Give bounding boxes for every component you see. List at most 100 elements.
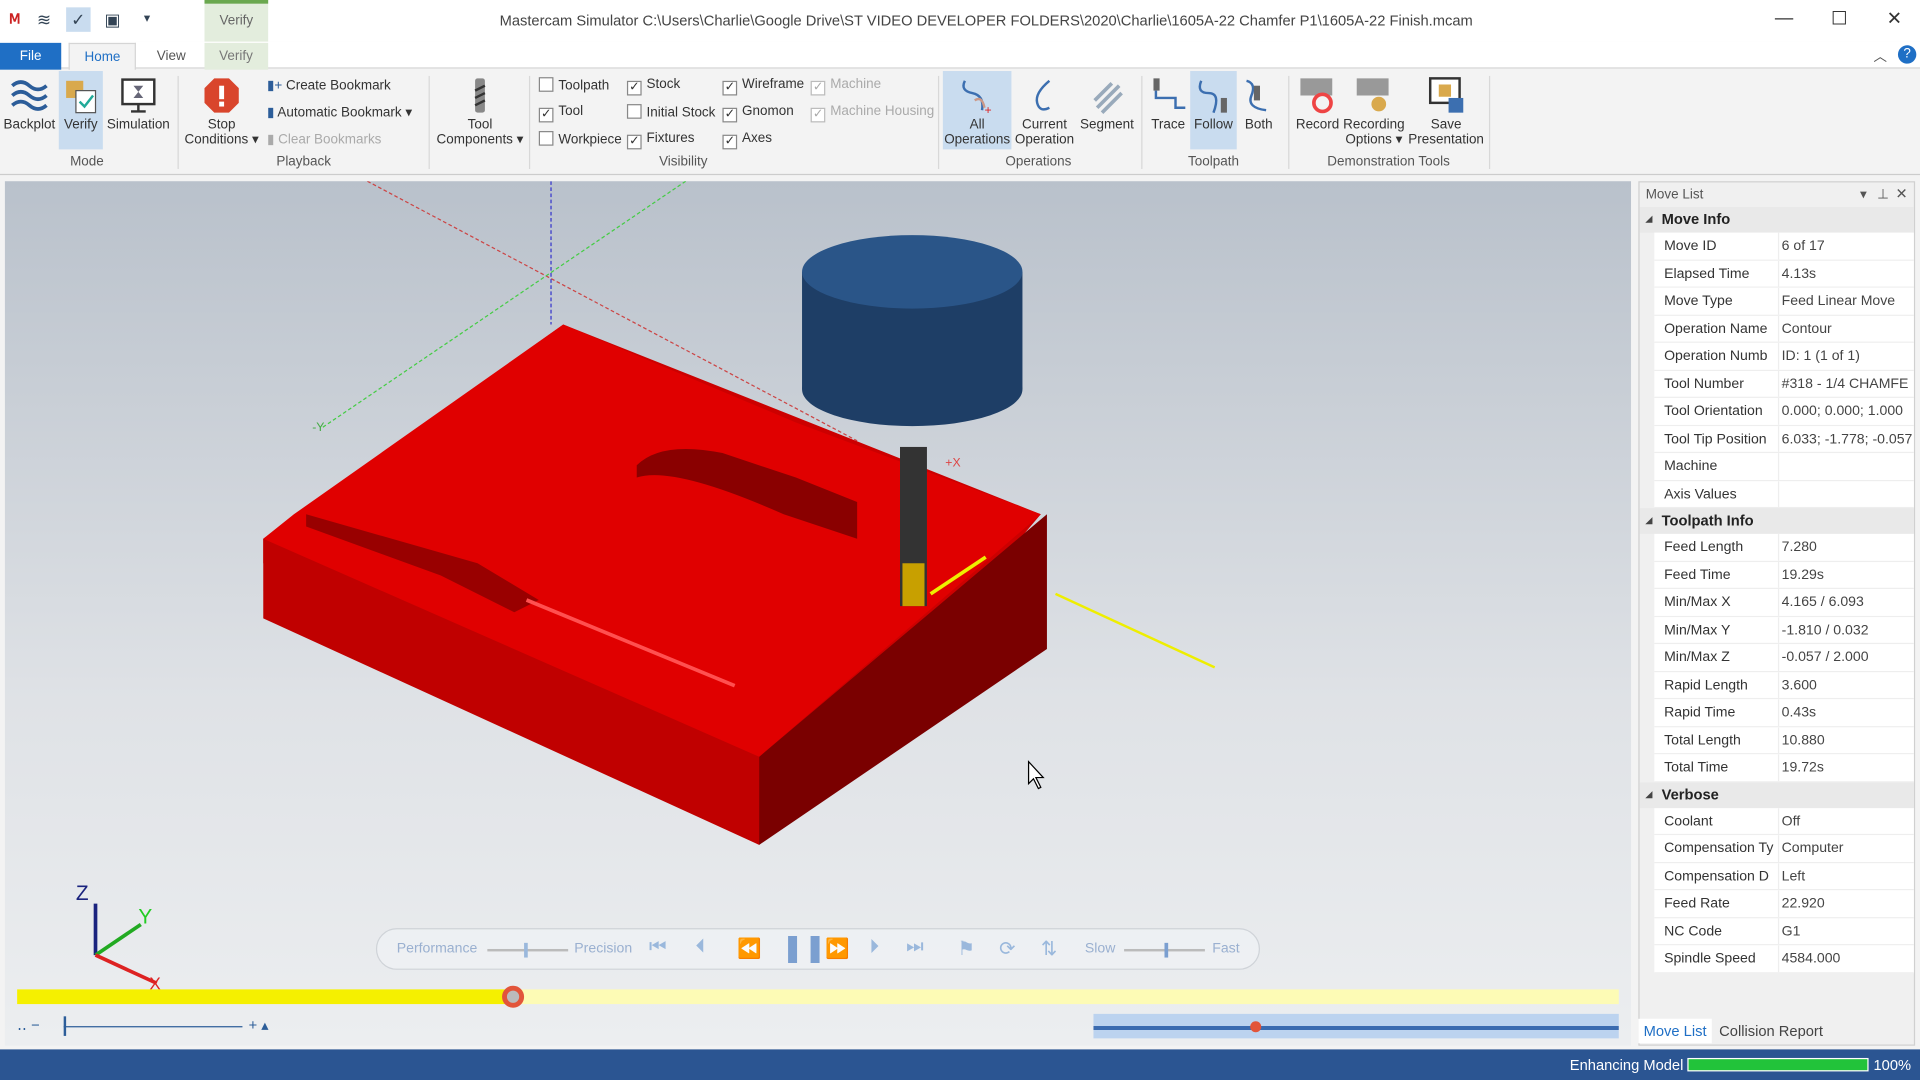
tab-move-list[interactable]: Move List — [1638, 1018, 1712, 1044]
property-row: Move ID 6 of 17 — [1654, 232, 1914, 261]
loop-icon[interactable]: ⟳ — [999, 937, 1015, 961]
tool-components-button[interactable]: Tool Components ▾ — [436, 71, 524, 149]
follow-button[interactable]: Follow — [1190, 71, 1237, 150]
close-button[interactable]: ✕ — [1876, 7, 1913, 30]
checkbox-toolpath[interactable]: Toolpath — [538, 77, 609, 94]
bookmark-add-icon[interactable]: ⚑ — [958, 937, 976, 961]
pause-icon[interactable]: ❚❚ — [781, 932, 826, 964]
property-name: Total Length — [1664, 732, 1741, 748]
recording-options-button[interactable]: Recording Options ▾ — [1342, 71, 1406, 149]
checkbox-box[interactable]: ✓ — [722, 107, 738, 123]
save-presentation-button[interactable]: Save Presentation — [1408, 71, 1484, 149]
checkbox-box[interactable]: ✓ — [626, 80, 642, 96]
section-header[interactable]: Toolpath Info — [1639, 508, 1914, 534]
checkbox-workpiece[interactable]: Workpiece — [538, 131, 622, 148]
checkbox-box[interactable]: ✓ — [722, 80, 738, 96]
speed-slider[interactable] — [1124, 942, 1205, 958]
checkbox-gnomon[interactable]: ✓ Gnomon — [722, 104, 794, 123]
panel-dropdown-icon[interactable]: ▾ — [1860, 186, 1867, 202]
checkbox-box[interactable]: ✓ — [810, 107, 826, 123]
tab-home[interactable]: Home — [68, 42, 137, 70]
zoom-out-icon[interactable]: ‥ − — [17, 1016, 39, 1033]
move-list-title: Move List — [1645, 187, 1704, 203]
fast-forward-icon[interactable]: ⏩ — [825, 937, 849, 961]
checkbox-initial-stock[interactable]: Initial Stock — [626, 104, 715, 121]
follow-icon — [1198, 80, 1227, 114]
backplot-quick-icon[interactable]: ≋ — [32, 7, 56, 31]
playback-progress-slider[interactable] — [17, 985, 1619, 1008]
record-button[interactable]: Record — [1293, 71, 1342, 149]
backplot-button[interactable]: Backplot — [2, 71, 56, 149]
clear-bookmarks-button[interactable]: ▮ Clear Bookmarks — [267, 131, 381, 147]
rewind-icon[interactable]: ⏪ — [737, 937, 761, 961]
checkbox-box[interactable] — [538, 131, 554, 146]
both-button[interactable]: Both — [1237, 71, 1281, 149]
move-range-thumb[interactable] — [1250, 1021, 1262, 1033]
automatic-bookmark-button[interactable]: ▮ Automatic Bookmark ▾ — [267, 104, 412, 120]
checkbox-box[interactable]: ✓ — [626, 134, 642, 150]
quality-slider[interactable] — [487, 942, 569, 958]
checkbox-wireframe[interactable]: ✓ Wireframe — [722, 77, 804, 96]
current-operation-button[interactable]: Current Operation — [1011, 71, 1077, 149]
verify-quick-icon[interactable]: ✓ — [66, 7, 91, 32]
property-row: Min/Max Y -1.810 / 0.032 — [1654, 616, 1914, 645]
property-value: G1 — [1777, 917, 1800, 945]
create-bookmark-button[interactable]: ▮+ Create Bookmark — [267, 77, 391, 93]
go-to-end-icon[interactable]: ⏭ — [906, 937, 924, 959]
section-header[interactable]: Move Info — [1639, 206, 1914, 233]
tab-collision-report[interactable]: Collision Report — [1719, 1019, 1823, 1043]
step-forward-icon[interactable]: ⏵ — [869, 937, 879, 959]
go-to-start-icon[interactable]: ⏮ — [649, 937, 667, 959]
checkbox-stock[interactable]: ✓ Stock — [626, 77, 680, 96]
verify-button[interactable]: Verify — [58, 71, 103, 150]
tool-tip — [902, 563, 925, 607]
checkbox-fixtures[interactable]: ✓ Fixtures — [626, 131, 694, 150]
quality-slider-thumb[interactable] — [523, 942, 528, 958]
tab-view[interactable]: View — [142, 43, 200, 70]
collapse-ribbon-icon[interactable]: ︿ — [1873, 47, 1886, 67]
stop-conditions-button[interactable]: Stop Conditions ▾ — [184, 71, 260, 149]
property-row: Compensation Ty Computer — [1654, 835, 1914, 863]
panel-close-icon[interactable]: ✕ — [1896, 185, 1908, 202]
checkbox-tool[interactable]: ✓ Tool — [538, 104, 583, 123]
checkbox-machine-housing[interactable]: ✓ Machine Housing — [810, 104, 934, 123]
property-name: Spindle Speed — [1664, 951, 1756, 967]
checkbox-box[interactable]: ✓ — [722, 134, 738, 150]
minimize-button[interactable]: — — [1766, 7, 1803, 28]
property-row: NC Code G1 — [1654, 917, 1914, 946]
zoom-slider[interactable] — [63, 1026, 243, 1028]
checkbox-box[interactable]: ✓ — [810, 80, 826, 96]
trace-button[interactable]: Trace — [1146, 71, 1190, 149]
pin-icon[interactable]: ⊥ — [1877, 186, 1889, 202]
property-name: Rapid Time — [1664, 705, 1736, 721]
3d-viewport[interactable]: -Y +X Z Y X — [4, 180, 1632, 1046]
help-icon[interactable]: ? — [1897, 45, 1917, 64]
checkbox-box[interactable]: ✓ — [538, 107, 554, 123]
property-name: Min/Max Y — [1664, 622, 1731, 638]
tab-verify[interactable]: Verify — [204, 42, 269, 70]
step-back-icon[interactable]: ⏴ — [696, 937, 706, 959]
speed-slider-thumb[interactable] — [1164, 942, 1169, 958]
section-header[interactable]: Verbose — [1639, 781, 1914, 808]
zoom-slider-thumb[interactable] — [63, 1016, 67, 1036]
trace-icon — [1153, 78, 1186, 109]
3d-scene[interactable]: -Y +X Z Y X — [5, 180, 1631, 1045]
segment-button[interactable]: Segment — [1078, 71, 1137, 149]
property-value: -0.057 / 2.000 — [1777, 644, 1869, 671]
checkbox-box[interactable] — [626, 104, 642, 119]
reset-icon[interactable]: ⇅ — [1041, 937, 1057, 961]
simulation-button[interactable]: Simulation — [105, 71, 171, 149]
bookmark-clear-icon: ▮ — [266, 132, 275, 147]
simulation-quick-icon[interactable]: ▣ — [100, 7, 124, 31]
checkbox-axes[interactable]: ✓ Axes — [722, 131, 772, 150]
property-row: Operation Name Contour — [1654, 315, 1914, 343]
property-value: 4584.000 — [1777, 945, 1840, 972]
move-range-slider[interactable] — [1093, 1013, 1619, 1039]
zoom-in-icon[interactable]: + ▴ — [249, 1016, 269, 1033]
all-operations-button[interactable]: + All Operations — [942, 71, 1012, 150]
tab-file[interactable]: File — [0, 42, 62, 70]
maximize-button[interactable]: ☐ — [1821, 7, 1858, 30]
quick-access-dropdown-icon[interactable]: ▾ — [135, 7, 159, 31]
checkbox-box[interactable] — [538, 77, 554, 92]
checkbox-machine[interactable]: ✓ Machine — [810, 77, 881, 96]
